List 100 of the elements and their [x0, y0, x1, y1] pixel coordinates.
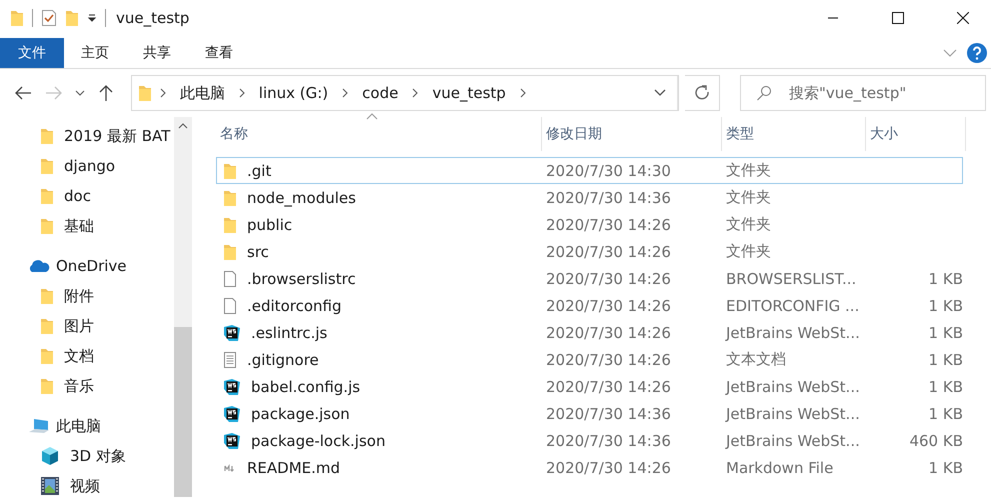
folder-icon	[223, 188, 237, 206]
address-bar[interactable]: 此电脑 linux (G:) code vue_testp	[130, 75, 679, 111]
nav-item[interactable]: doc	[0, 181, 174, 211]
close-icon[interactable]	[956, 12, 968, 24]
breadcrumb[interactable]: vue_testp	[426, 84, 512, 102]
file-row[interactable]: public 2020/7/30 14:26 文件夹	[216, 211, 963, 238]
file-name: .git	[247, 162, 272, 180]
maximize-icon[interactable]	[892, 12, 904, 24]
file-row[interactable]: package.json 2020/7/30 14:36 JetBrains WebSt... 1 KB	[216, 400, 963, 427]
ribbon-tab[interactable]: 查看	[188, 38, 250, 68]
file-name: .eslintrc.js	[251, 324, 328, 342]
file-type: JetBrains WebSt...	[724, 432, 861, 450]
modified-date: 2020/7/30 14:26	[545, 270, 672, 288]
column-header[interactable]: 类型	[722, 117, 866, 151]
folder-icon	[40, 347, 54, 365]
scrollbar[interactable]	[174, 117, 192, 497]
file-name: package.json	[251, 404, 350, 422]
dropdown-icon[interactable]	[654, 89, 666, 97]
back-icon[interactable]	[14, 86, 32, 100]
file-type: 文本文档	[725, 350, 787, 369]
modified-date: 2020/7/30 14:30	[545, 162, 672, 180]
folder-icon	[223, 216, 237, 234]
file-size: 460 KB	[908, 432, 963, 450]
modified-date: 2020/7/30 14:36	[545, 432, 672, 450]
file-name: package-lock.json	[251, 432, 386, 450]
cloud-icon	[28, 259, 50, 273]
file-icon	[223, 270, 237, 288]
dropdown-icon[interactable]	[74, 90, 85, 96]
folder-icon	[40, 317, 54, 335]
file-menu-button[interactable]: 文件	[0, 38, 64, 68]
file-row[interactable]: node_modules 2020/7/30 14:36 文件夹	[216, 184, 963, 211]
properties-icon[interactable]	[41, 9, 57, 27]
nav-item[interactable]: 基础	[0, 211, 174, 241]
modified-date: 2020/7/30 14:36	[545, 188, 672, 206]
file-type: JetBrains WebSt...	[724, 378, 861, 396]
modified-date: 2020/7/30 14:26	[545, 458, 672, 476]
file-size: 1 KB	[928, 378, 963, 396]
dropdown-icon[interactable]	[87, 13, 97, 23]
nav-item[interactable]: 此电脑	[0, 411, 174, 441]
file-name: public	[247, 216, 292, 234]
modified-date: 2020/7/30 14:26	[545, 378, 672, 396]
modified-date: 2020/7/30 14:26	[545, 324, 672, 342]
nav-item[interactable]: 3D 对象	[0, 441, 174, 471]
file-name: .editorconfig	[247, 296, 342, 314]
modified-date: 2020/7/30 14:26	[545, 242, 672, 260]
folder-icon	[40, 377, 54, 395]
breadcrumb[interactable]: linux (G:)	[252, 84, 334, 102]
nav-item[interactable]: 音乐	[0, 371, 174, 401]
column-header[interactable]: 修改日期	[542, 117, 722, 151]
nav-item[interactable]: 视频	[0, 471, 174, 500]
cube-icon	[40, 446, 60, 466]
file-row[interactable]: .eslintrc.js 2020/7/30 14:26 JetBrains WebSt... 1 KB	[216, 319, 963, 346]
file-size: 1 KB	[928, 324, 963, 342]
file-type: 文件夹	[725, 188, 772, 207]
scroll-up-icon[interactable]	[178, 123, 188, 129]
file-icon	[223, 296, 237, 314]
refresh-icon	[694, 85, 710, 101]
file-row[interactable]: README.md 2020/7/30 14:26 Markdown File 1 KB	[216, 454, 963, 481]
help-icon[interactable]	[967, 43, 987, 63]
nav-item[interactable]: django	[0, 151, 174, 181]
file-type: JetBrains WebSt...	[724, 404, 861, 422]
column-header[interactable]: 大小	[866, 117, 966, 151]
sort-caret-icon	[366, 113, 378, 120]
refresh-button[interactable]	[684, 75, 720, 111]
modified-date: 2020/7/30 14:36	[545, 404, 672, 422]
file-row[interactable]: package-lock.json 2020/7/30 14:36 JetBrains WebSt... 460 KB	[216, 427, 963, 454]
search-field[interactable]: 搜索"vue_testp"	[740, 75, 986, 111]
nav-item[interactable]: 2019 最新 BAT	[0, 121, 174, 151]
nav-item[interactable]: 文档	[0, 341, 174, 371]
file-row[interactable]: .editorconfig 2020/7/30 14:26 EDITORCONFIG ... 1 KB	[216, 292, 963, 319]
webstorm-icon	[223, 324, 241, 342]
file-row[interactable]: .git 2020/7/30 14:30 文件夹	[216, 157, 963, 184]
file-row[interactable]: babel.config.js 2020/7/30 14:26 JetBrains WebSt... 1 KB	[216, 373, 963, 400]
modified-date: 2020/7/30 14:26	[545, 216, 672, 234]
up-icon[interactable]	[99, 84, 114, 102]
file-row[interactable]: .browserslistrc 2020/7/30 14:26 BROWSERSLIST... 1 KB	[216, 265, 963, 292]
folder-icon	[40, 157, 54, 175]
folder-icon	[40, 187, 54, 205]
file-type: BROWSERSLIST...	[725, 270, 858, 288]
file-type: 文件夹	[725, 215, 772, 234]
nav-item[interactable]: OneDrive	[0, 251, 174, 281]
folder-icon	[223, 242, 237, 260]
nav-item[interactable]: 图片	[0, 311, 174, 341]
computer-icon	[28, 417, 50, 435]
search-icon	[756, 85, 772, 101]
folder-icon	[40, 127, 54, 145]
expand-ribbon-icon[interactable]	[943, 49, 957, 57]
ribbon-tab[interactable]: 主页	[64, 38, 126, 68]
breadcrumb[interactable]: 此电脑	[174, 84, 231, 102]
file-row[interactable]: src 2020/7/30 14:26 文件夹	[216, 238, 963, 265]
file-name: node_modules	[247, 188, 356, 206]
scrollbar-thumb[interactable]	[174, 327, 192, 497]
file-type: JetBrains WebSt...	[724, 324, 861, 342]
ribbon-tab[interactable]: 共享	[126, 38, 188, 68]
column-header[interactable]: 名称	[216, 117, 542, 151]
breadcrumb[interactable]: code	[356, 84, 404, 102]
webstorm-icon	[223, 432, 241, 450]
file-row[interactable]: .gitignore 2020/7/30 14:26 文本文档 1 KB	[216, 346, 963, 373]
nav-item[interactable]: 附件	[0, 281, 174, 311]
folder-icon	[10, 9, 24, 27]
